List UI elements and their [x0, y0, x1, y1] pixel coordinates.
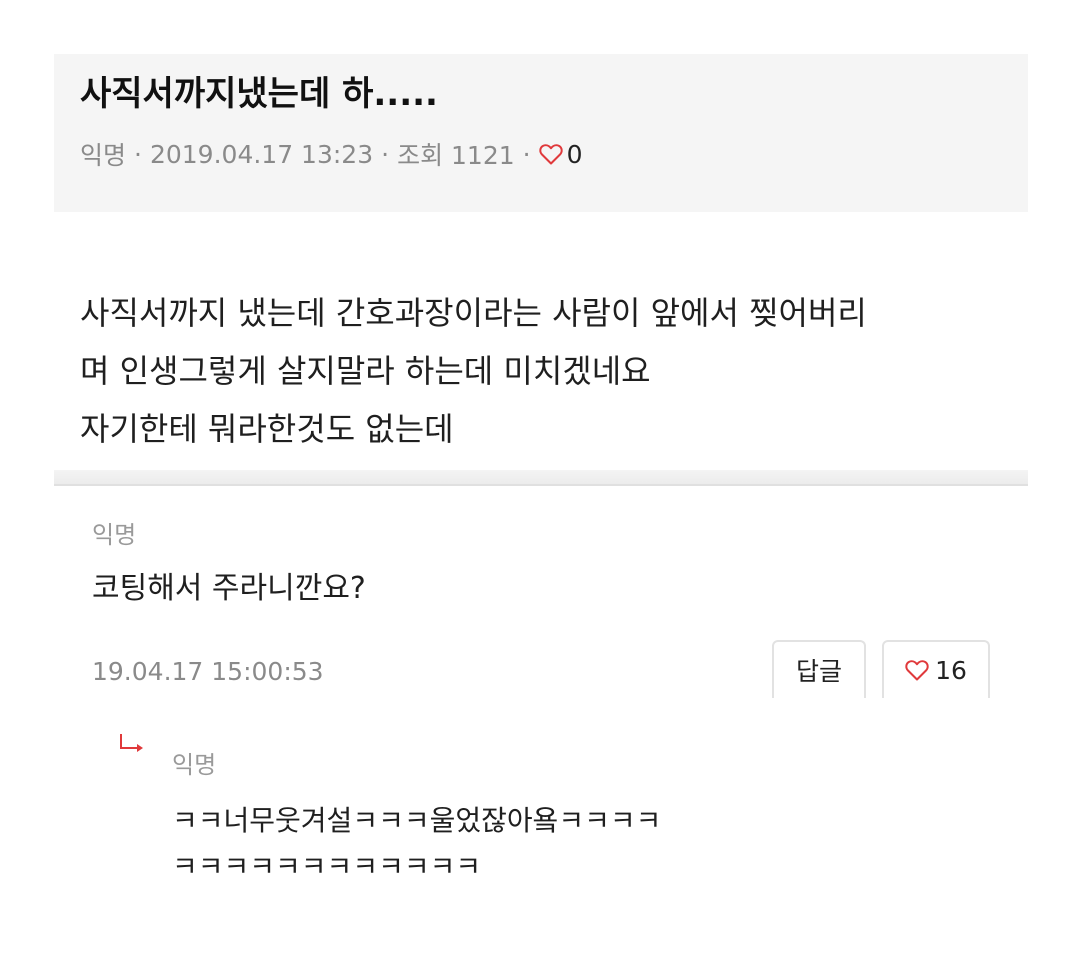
comment-like-button[interactable]: 16 [882, 640, 990, 698]
post-title: 사직서까지냈는데 하..... [80, 74, 438, 114]
post-body: 사직서까지 냈는데 간호과장이라는 사람이 앞에서 찢어버리 며 인생그렇게 살… [80, 284, 1000, 458]
post-views: 조회 1121 [397, 141, 515, 170]
comment-timestamp: 19.04.17 15:00:53 [92, 657, 324, 686]
reply-arrow-icon [116, 732, 146, 756]
post-header: 사직서까지냈는데 하..... 익명 · 2019.04.17 13:23 · … [54, 54, 1028, 212]
divider-line [54, 484, 1028, 486]
meta-separator: · [522, 139, 531, 169]
post-author: 익명 [80, 141, 127, 170]
comment-like-count: 16 [935, 655, 967, 685]
comment-author: 익명 [92, 521, 137, 549]
reply-text: ㅋㅋ너무웃겨설ㅋㅋㅋ울었잖아욬ㅋㅋㅋㅋ ㅋㅋㅋㅋㅋㅋㅋㅋㅋㅋㅋㅋ [172, 798, 661, 890]
heart-outline-icon[interactable] [538, 143, 563, 165]
meta-separator: · [381, 139, 390, 169]
post-like-count: 0 [566, 139, 583, 169]
post-body-line: 자기한테 뭐라한것도 없는데 [80, 410, 454, 448]
post-body-line: 며 인생그렇게 살지말라 하는데 미치겠네요 [80, 352, 651, 390]
section-divider [54, 470, 1028, 484]
comment-text: 코팅해서 주라니깐요? [92, 571, 366, 606]
reply-button[interactable]: 답글 [772, 640, 866, 698]
heart-outline-icon [905, 659, 929, 681]
meta-separator: · [134, 139, 142, 169]
reply-author: 익명 [172, 751, 217, 779]
post-meta: 익명 · 2019.04.17 13:23 · 조회 1121 · 0 [80, 136, 583, 172]
post-body-line: 사직서까지 냈는데 간호과장이라는 사람이 앞에서 찢어버리 [80, 294, 867, 332]
reply-text-line: ㅋㅋㅋㅋㅋㅋㅋㅋㅋㅋㅋㅋ [172, 850, 482, 883]
reply-text-line: ㅋㅋ너무웃겨설ㅋㅋㅋ울었잖아욬ㅋㅋㅋㅋ [172, 804, 662, 837]
post-date: 2019.04.17 13:23 [149, 139, 374, 169]
